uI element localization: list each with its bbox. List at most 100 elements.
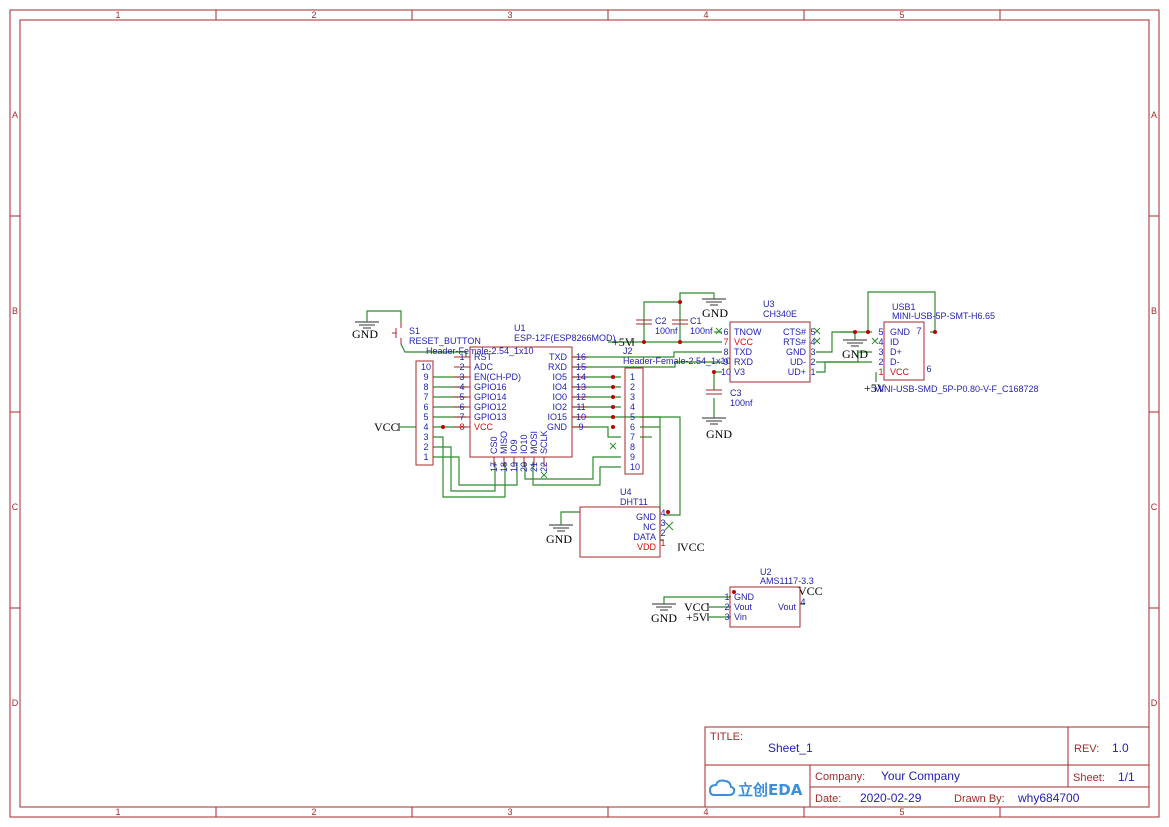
u3-pin-name: UD+ [788, 367, 806, 377]
j1-pin-number: 8 [423, 382, 428, 392]
u3-pin-name: RXD [734, 357, 754, 367]
usb1-footprint: MINI-USB-SMD_5P-P0.80-V-F_C168728 [874, 384, 1039, 394]
usb1-pin-name: VCC [890, 367, 910, 377]
u1-name: ESP-12F(ESP8266MOD) [514, 333, 616, 343]
company-label: Company: [815, 771, 865, 783]
u1-pin-number: 8 [459, 422, 464, 432]
u2-pin-name: Vout [778, 602, 797, 612]
u1-pin-number: 1 [459, 352, 464, 362]
u1-pin-name: IO4 [552, 382, 567, 392]
usb1-name: MINI-USB-5P-SMT-H6.65 [892, 311, 995, 321]
j1-pin-number: 7 [423, 392, 428, 402]
u1-pin-number: 17 [489, 462, 499, 472]
j1-pin-number: 9 [423, 372, 428, 382]
u1-pin-name: GND [547, 422, 568, 432]
zone-row-d-left: D [12, 698, 19, 708]
c1-value: 100nf [690, 326, 713, 336]
u1-pin-number: 3 [459, 372, 464, 382]
u1-pin-name: VCC [474, 422, 494, 432]
u3-pin-name: UD- [790, 357, 806, 367]
u1-pin-number: 5 [459, 392, 464, 402]
u1-pin-number: 22 [539, 462, 549, 472]
u1-pin-name: CS0 [489, 436, 499, 454]
u1-pin-number: 11 [576, 402, 585, 412]
u2-name: AMS1117-3.3 [760, 576, 814, 586]
c3-value: 100nf [730, 398, 753, 408]
u4-name: DHT11 [620, 497, 648, 507]
zone-row-b-right: B [1151, 306, 1157, 316]
gnd-symbol-dht [549, 524, 573, 532]
u2-pin-name: Vin [734, 612, 747, 622]
u3-pin-number: 9 [723, 357, 728, 367]
j2-pin-number: 8 [630, 442, 635, 452]
j2-ref: J2 [623, 346, 633, 356]
eda-logo: 立创EDA [708, 779, 803, 799]
u2-pin-number: 2 [724, 602, 729, 612]
u1-pin-name: IO9 [509, 439, 519, 454]
u1-pin-name: RST [474, 352, 493, 362]
u2-pin-name: GND [734, 592, 755, 602]
usb1-pin-number: 6 [926, 364, 931, 374]
usb1-pin-number: 3 [878, 347, 883, 357]
usb1-pin-name: ID [890, 337, 900, 347]
u1-pin-number: 19 [509, 462, 519, 472]
j1-pin-number: 3 [423, 432, 428, 442]
net-gnd-ams: GND [651, 611, 677, 625]
gnd-symbol-ams [652, 603, 676, 611]
rev-label: REV: [1074, 743, 1099, 755]
u1-pins: 1 RST 2 ADC 3 EN(CH-PD) 4 GPIO16 5 GPIO14 6 GPIO12 7… [454, 352, 588, 472]
j1-pin-number: 1 [423, 452, 428, 462]
zone-col-2-top: 2 [311, 10, 316, 20]
u1-pin-name: TXD [549, 352, 568, 362]
s1-name: RESET_BUTTON [409, 336, 481, 346]
net-gnd-s1: GND [352, 327, 378, 341]
u1-pin-name: GPIO14 [474, 392, 507, 402]
gnd-symbol-caps [702, 298, 726, 306]
title-value: Sheet_1 [768, 741, 813, 755]
u3-pin-name: TXD [734, 347, 753, 357]
u1-pin-name: IO10 [519, 434, 529, 454]
zone-col-3-bottom: 3 [507, 807, 512, 817]
u2-pins: 1 GND2 Vout3 VinVout 4 [724, 592, 805, 622]
net-gnd-c3: GND [706, 427, 732, 441]
u2-pin-number: 3 [724, 612, 729, 622]
u3-pin-name: TNOW [734, 327, 762, 337]
u1-pin-name: ADC [474, 362, 494, 372]
s1-ref: S1 [409, 326, 420, 336]
u3-pin-number: 3 [810, 347, 815, 357]
j2-pin-number: 4 [630, 402, 635, 412]
u1-pin-number: 6 [459, 402, 464, 412]
j1-pin-number: 6 [423, 402, 428, 412]
u1-pin-number: 15 [576, 362, 586, 372]
u3-name: CH340E [763, 309, 797, 319]
u2-pin-number: 1 [724, 592, 729, 602]
j2-pin-number: 7 [630, 432, 635, 442]
j2-pin-number: 9 [630, 452, 635, 462]
j2-pin-number: 1 [630, 372, 635, 382]
u3-pin-name: CTS# [783, 327, 806, 337]
net-5v-ams: +5V [686, 610, 708, 624]
u2-pin-name: Vout [734, 602, 753, 612]
j1-pins: 10987654321 [421, 362, 431, 462]
u3-pins: 6 TNOW7 VCC8 TXD9 RXD10 V35CTS#4RTS#3GND2UD-1… [721, 327, 816, 377]
u1-pin-name: IO2 [552, 402, 567, 412]
u3-pin-number: 10 [721, 367, 731, 377]
u1-pin-number: 12 [576, 392, 586, 402]
usb1-pin-number: 1 [878, 367, 883, 377]
company-value: Your Company [881, 769, 960, 783]
zone-row-a-right: A [1151, 110, 1157, 120]
u4-pin-number: 3 [660, 518, 665, 528]
net-gnd-dht: GND [546, 532, 572, 546]
j2-pin-number: 10 [630, 462, 640, 472]
date-label: Date: [815, 793, 841, 805]
u1-pin-number: 4 [459, 382, 464, 392]
usb1-pin-name: GND [890, 327, 911, 337]
u1-pin-number: 16 [576, 352, 586, 362]
c3-symbol [706, 389, 722, 395]
net-gnd-caps: GND [702, 306, 728, 320]
drawn-by-value: why684700 [1017, 791, 1080, 805]
u4-pins: GND 4 NC 3 DATA 2VDD 1 [633, 508, 665, 552]
u3-pin-name: V3 [734, 367, 745, 377]
u1-pin-name: GPIO13 [474, 412, 507, 422]
u1-pin-number: 9 [578, 422, 583, 432]
